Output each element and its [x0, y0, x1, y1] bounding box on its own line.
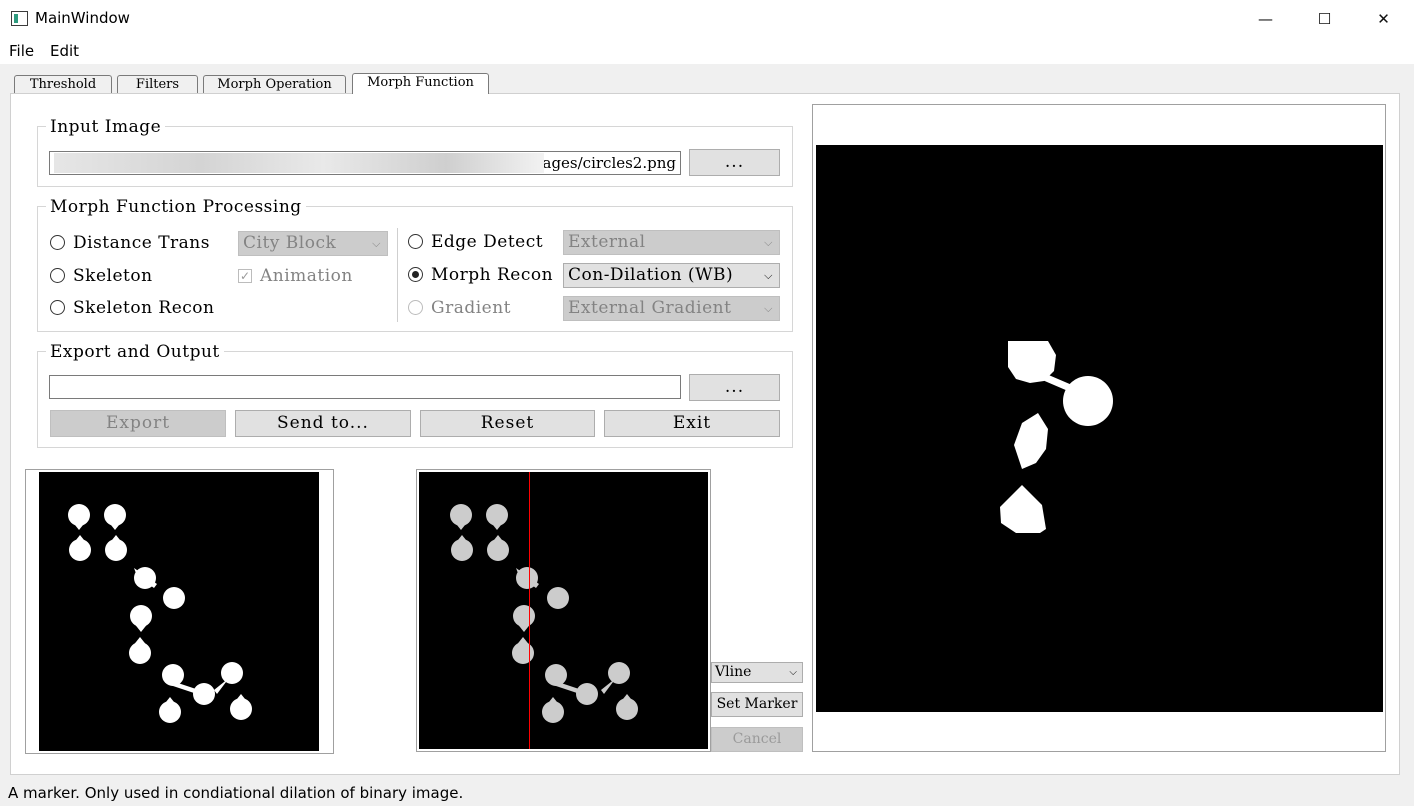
- window-title: MainWindow: [35, 9, 130, 27]
- animation-checkbox[interactable]: ✓: [238, 269, 252, 283]
- chevron-down-icon: ⌵: [764, 302, 773, 315]
- source-image-frame: [25, 469, 334, 754]
- input-browse-button[interactable]: ...: [689, 149, 780, 176]
- skeleton-label: Skeleton: [73, 266, 153, 286]
- export-browse-button[interactable]: ...: [689, 374, 780, 401]
- source-image: [39, 472, 319, 751]
- reset-button[interactable]: Reset: [420, 410, 595, 437]
- tab-filters[interactable]: Filters: [117, 75, 198, 93]
- skeleton-recon-radio[interactable]: [50, 300, 65, 315]
- skeleton-radio[interactable]: [50, 268, 65, 283]
- edge-mode-value: External: [568, 232, 646, 252]
- gradient-mode-combo[interactable]: External Gradient ⌵: [563, 296, 780, 321]
- result-image: [816, 145, 1383, 712]
- set-marker-button[interactable]: Set Marker: [711, 692, 803, 717]
- distance-metric-value: City Block: [243, 233, 337, 253]
- distance-trans-radio[interactable]: [50, 235, 65, 250]
- export-button[interactable]: Export: [50, 410, 226, 437]
- status-text: A marker. Only used in condiational dila…: [8, 784, 464, 802]
- edge-detect-label: Edge Detect: [431, 232, 544, 252]
- export-title: Export and Output: [46, 342, 224, 362]
- marker-mode-combo[interactable]: Vline ⌵: [711, 662, 803, 683]
- redacted-path-blur: [54, 153, 544, 173]
- edge-mode-combo[interactable]: External ⌵: [563, 230, 780, 255]
- gradient-radio[interactable]: [408, 300, 423, 315]
- close-button[interactable]: ✕: [1354, 0, 1413, 38]
- chevron-down-icon: ⌵: [764, 236, 773, 249]
- result-image-frame: [812, 104, 1386, 752]
- processing-divider: [397, 228, 398, 322]
- marker-image-frame: [416, 469, 711, 752]
- exit-button[interactable]: Exit: [604, 410, 780, 437]
- tab-threshold[interactable]: Threshold: [14, 75, 112, 93]
- menu-file[interactable]: File: [9, 42, 34, 60]
- tab-morph-operation[interactable]: Morph Operation: [203, 75, 346, 93]
- input-image-title: Input Image: [46, 117, 166, 137]
- menu-bar: [0, 38, 1414, 64]
- input-path-field[interactable]: /images/circles2.png: [49, 151, 681, 175]
- morph-recon-radio[interactable]: [408, 267, 423, 282]
- distance-trans-label: Distance Trans: [73, 233, 210, 253]
- edge-detect-radio[interactable]: [408, 234, 423, 249]
- gradient-label: Gradient: [431, 298, 512, 318]
- title-bar: [0, 0, 1414, 38]
- cancel-marker-button[interactable]: Cancel: [711, 727, 803, 752]
- distance-metric-combo[interactable]: City Block ⌵: [238, 231, 388, 256]
- skeleton-recon-label: Skeleton Recon: [73, 298, 215, 318]
- chevron-down-icon: ⌵: [789, 667, 797, 678]
- animation-label: Animation: [260, 266, 353, 286]
- processing-title: Morph Function Processing: [46, 197, 306, 217]
- chevron-down-icon: ⌵: [764, 269, 773, 282]
- gradient-mode-value: External Gradient: [568, 298, 732, 318]
- send-to-button[interactable]: Send to...: [235, 410, 411, 437]
- tab-morph-function[interactable]: Morph Function: [352, 73, 489, 94]
- app-icon: [11, 11, 28, 26]
- maximize-button[interactable]: ☐: [1295, 0, 1354, 38]
- marker-image[interactable]: [419, 472, 708, 749]
- result-image-blobs: [1000, 341, 1113, 533]
- marker-mode-value: Vline: [715, 664, 752, 680]
- recon-mode-combo[interactable]: Con-Dilation (WB) ⌵: [563, 263, 780, 288]
- menu-edit[interactable]: Edit: [50, 42, 79, 60]
- source-image-blobs: [68, 504, 252, 723]
- status-bar: A marker. Only used in condiational dila…: [0, 782, 1414, 806]
- chevron-down-icon: ⌵: [372, 237, 381, 250]
- minimize-button[interactable]: —: [1236, 0, 1295, 38]
- export-path-field[interactable]: [49, 375, 681, 399]
- recon-mode-value: Con-Dilation (WB): [568, 265, 734, 285]
- marker-image-blobs: [450, 472, 638, 749]
- morph-recon-label: Morph Recon: [431, 265, 554, 285]
